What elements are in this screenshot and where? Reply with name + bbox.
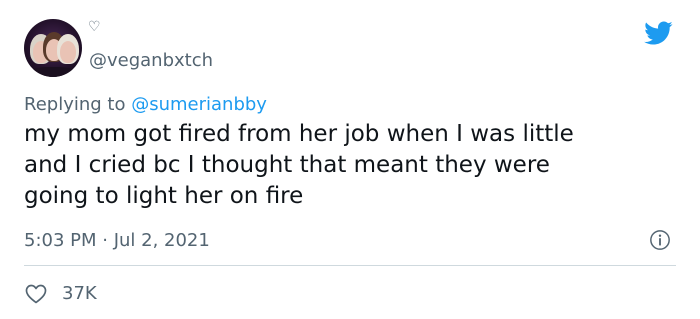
tweet-text: my mom got fired from her job when I was… [24, 119, 664, 212]
replying-to-label: Replying to [24, 94, 132, 115]
heart-outline-icon: ♡ [88, 19, 101, 35]
like-count: 37K [62, 283, 97, 304]
replying-to: Replying to @sumerianbby [24, 93, 267, 117]
reply-mention-link[interactable]: @sumerianbby [131, 94, 267, 115]
user-handle[interactable]: @veganbxtch [89, 50, 213, 72]
tweet-timestamp[interactable]: 5:03 PM · Jul 2, 2021 [24, 229, 210, 253]
tweet-text-line: my mom got fired from her job when I was… [24, 121, 574, 147]
twitter-bird-icon[interactable] [641, 18, 675, 48]
tweet-text-line: and I cried bc I thought that meant they… [24, 152, 550, 178]
tweet-text-line: going to light her on fire [24, 183, 304, 209]
avatar-face-right [60, 41, 76, 63]
tweet-card: ♡ @veganbxtch Replying to @sumerianbby m… [0, 0, 700, 319]
like-button[interactable]: 37K [24, 281, 97, 307]
info-icon[interactable] [649, 229, 671, 251]
avatar[interactable] [24, 19, 82, 77]
avatar-shoulders [28, 67, 78, 77]
divider [24, 265, 676, 266]
heart-icon [25, 284, 47, 304]
